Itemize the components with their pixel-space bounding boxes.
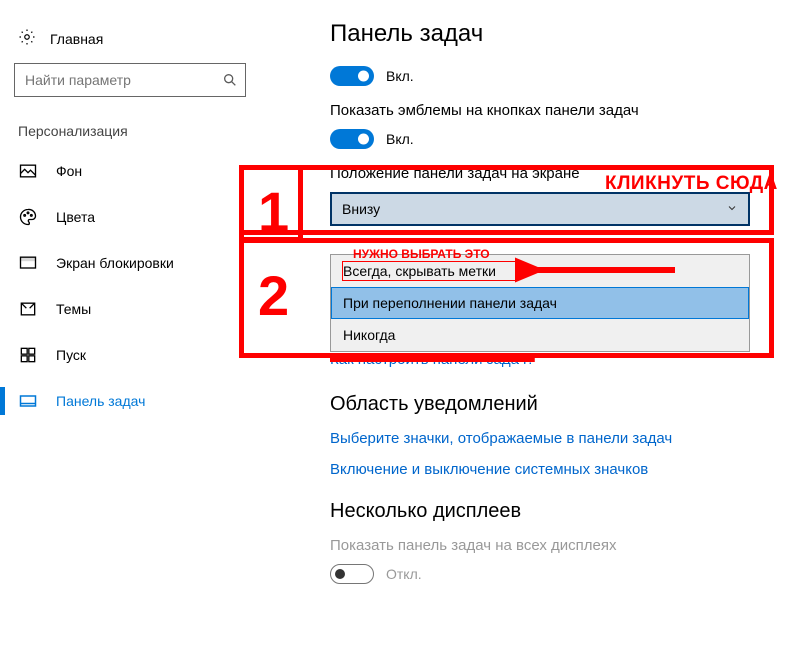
page-title: Панель задач <box>330 20 770 48</box>
sidebar-item-label: Цвета <box>56 209 95 225</box>
themes-icon <box>18 299 38 319</box>
sidebar-item-taskbar[interactable]: Панель задач <box>10 381 250 421</box>
link-select-icons[interactable]: Выберите значки, отображаемые в панели з… <box>330 430 770 447</box>
toggle-label: Вкл. <box>386 131 414 147</box>
sidebar-item-background[interactable]: Фон <box>10 151 250 191</box>
home-button[interactable]: Главная <box>10 24 250 63</box>
annotation-click-here: КЛИКНУТЬ СЮДА <box>605 173 778 195</box>
multi-display-label: Показать панель задач на всех дисплеях <box>330 537 770 554</box>
sidebar-item-label: Фон <box>56 163 82 179</box>
dropdown-value: Внизу <box>342 201 380 217</box>
toggle-label: Вкл. <box>386 68 414 84</box>
dropdown-option-whenfull[interactable]: При переполнении панели задач <box>331 287 749 319</box>
toggle-badges[interactable] <box>330 129 374 149</box>
annotation-arrow <box>515 257 685 283</box>
dropdown-option-never[interactable]: Никогда <box>331 319 749 351</box>
sidebar-item-colors[interactable]: Цвета <box>10 197 250 237</box>
lockscreen-icon <box>18 253 38 273</box>
link-system-icons[interactable]: Включение и выключение системных значков <box>330 461 770 478</box>
gear-icon <box>18 28 36 49</box>
picture-icon <box>18 161 38 181</box>
sidebar-item-label: Темы <box>56 301 91 317</box>
how-link[interactable]: Как настроить панели задач? <box>330 351 535 368</box>
toggle-generic-1[interactable] <box>330 66 374 86</box>
sidebar-item-start[interactable]: Пуск <box>10 335 250 375</box>
annotation-step-1: 1 <box>258 184 289 240</box>
sidebar-item-label: Экран блокировки <box>56 255 174 271</box>
position-dropdown[interactable]: Внизу <box>330 192 750 226</box>
section-label: Персонализация <box>10 123 250 151</box>
sidebar-item-label: Пуск <box>56 347 86 363</box>
sidebar: Главная Персонализация Фон Цвета <box>0 0 260 670</box>
home-label: Главная <box>50 31 103 47</box>
sidebar-item-themes[interactable]: Темы <box>10 289 250 329</box>
annotation-step-2: 2 <box>258 268 289 324</box>
sidebar-item-lockscreen[interactable]: Экран блокировки <box>10 243 250 283</box>
chevron-down-icon <box>726 201 738 217</box>
start-icon <box>18 345 38 365</box>
search-input[interactable] <box>14 63 246 97</box>
search-input-wrap <box>14 63 246 97</box>
sidebar-item-label: Панель задач <box>56 393 145 409</box>
annotation-choose-this: НУЖНО ВЫБРАТЬ ЭТО <box>353 247 490 261</box>
multi-display-heading: Несколько дисплеев <box>330 500 770 523</box>
badges-label: Показать эмблемы на кнопках панели задач <box>330 102 770 119</box>
main-content: Панель задач Вкл. Показать эмблемы на кн… <box>260 0 800 670</box>
palette-icon <box>18 207 38 227</box>
toggle-multi-display[interactable] <box>330 564 374 584</box>
notification-heading: Область уведомлений <box>330 393 770 416</box>
taskbar-icon <box>18 391 38 411</box>
toggle-label: Откл. <box>386 566 422 582</box>
